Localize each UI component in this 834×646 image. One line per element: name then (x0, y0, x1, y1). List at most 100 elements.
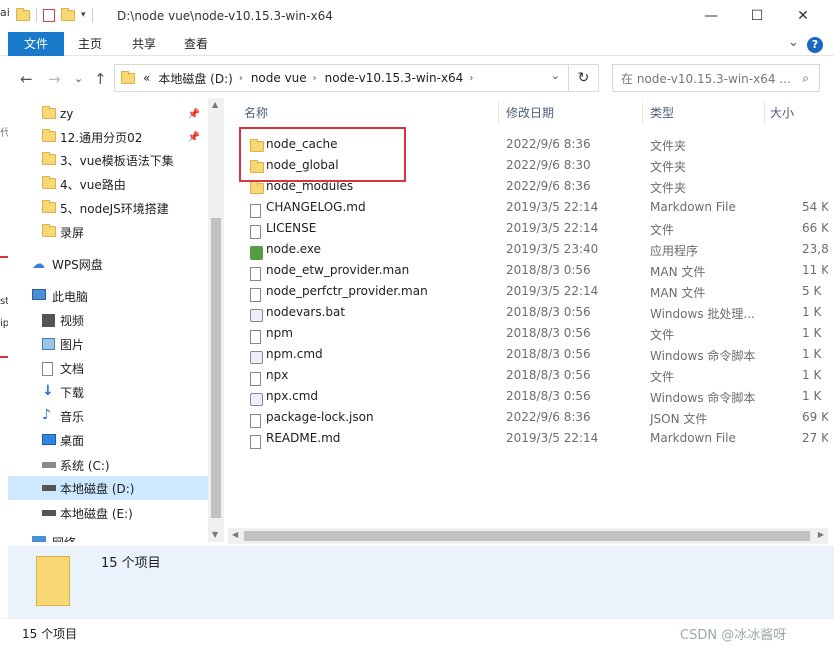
sidebar-item-videos[interactable]: 视频 (8, 308, 208, 332)
scrollbar-thumb[interactable] (211, 218, 221, 518)
search-input[interactable]: 在 node-v10.15.3-win-x64 ... ⌕ (612, 64, 820, 92)
sidebar-item-wps-cloud[interactable]: ☁ WPS网盘 (8, 252, 208, 276)
minimize-button[interactable]: — (688, 0, 734, 32)
column-header-type[interactable]: 类型 (650, 98, 760, 128)
background-window-strip: 代 st ip (0, 98, 10, 542)
file-row[interactable]: package-lock.json 2022/9/6 8:36 JSON 文件 69 … (228, 407, 828, 428)
file-type: 文件夹 (650, 181, 687, 195)
customize-toolbar-icon[interactable]: ▾ (81, 10, 86, 20)
chevron-right-icon[interactable]: › (469, 73, 473, 84)
column-header-date[interactable]: 修改日期 (506, 98, 636, 128)
file-row[interactable]: npm.cmd 2018/8/3 0:56 Windows 命令脚本 1 K (228, 344, 828, 365)
scroll-down-icon[interactable]: ▼ (212, 530, 218, 539)
help-button[interactable]: ? (807, 37, 823, 53)
sidebar-item-recordings[interactable]: 录屏 (8, 220, 208, 244)
close-icon: ✕ (797, 8, 809, 24)
breadcrumb-drive-d[interactable]: 本地磁盘 (D:) (158, 70, 232, 87)
horizontal-scrollbar[interactable]: ◀ ▶ (228, 528, 828, 544)
file-row[interactable]: LICENSE 2019/3/5 22:14 文件 66 K (228, 218, 828, 239)
sidebar-item-vue-router[interactable]: 4、vue路由 (8, 172, 208, 196)
chevron-right-icon[interactable]: › (313, 73, 317, 84)
file-name: nodevars.bat (266, 305, 346, 319)
tab-home[interactable]: 主页 (68, 32, 112, 56)
file-date: 2018/8/3 0:56 (506, 347, 591, 361)
file-size: 11 K (802, 263, 828, 277)
search-placeholder: 在 node-v10.15.3-win-x64 ... (621, 71, 791, 86)
sidebar-item-nodejs-setup[interactable]: 5、nodeJS环境搭建 (8, 196, 208, 220)
file-row[interactable]: CHANGELOG.md 2019/3/5 22:14 Markdown File 5… (228, 197, 828, 218)
file-row[interactable]: npx 2018/8/3 0:56 文件 1 K (228, 365, 828, 386)
address-bar[interactable]: « 本地磁盘 (D:) › node vue › node-v10.15.3-w… (114, 64, 569, 92)
download-icon: ↓ (42, 383, 54, 399)
sidebar-item-label: 下载 (60, 385, 85, 400)
document-icon (42, 362, 53, 376)
scroll-right-icon[interactable]: ▶ (818, 530, 824, 539)
file-type: 文件夹 (650, 160, 687, 174)
sidebar-item-desktop[interactable]: 桌面 (8, 428, 208, 452)
navigation-scrollbar[interactable]: ▲ ▼ (208, 98, 224, 542)
folder-icon (42, 152, 56, 165)
file-row[interactable]: nodevars.bat 2018/8/3 0:56 Windows 批处理... 1… (228, 302, 828, 323)
file-row[interactable]: node_perfctr_provider.man 2019/3/5 22:14 M… (228, 281, 828, 302)
sidebar-item-drive-e[interactable]: 本地磁盘 (E:) (8, 501, 208, 525)
sidebar-item-documents[interactable]: 文档 (8, 356, 208, 380)
sidebar-item-zy[interactable]: zy 📌 (8, 102, 208, 126)
breadcrumb-node-vue[interactable]: node vue (251, 71, 307, 85)
up-button[interactable]: ↑ (94, 70, 107, 88)
file-row[interactable]: node_etw_provider.man 2018/8/3 0:56 MAN 文件… (228, 260, 828, 281)
breadcrumb-node-folder[interactable]: node-v10.15.3-win-x64 (325, 71, 464, 85)
address-dropdown-button[interactable]: ⌄ (551, 69, 560, 82)
file-date: 2019/3/5 22:14 (506, 200, 599, 214)
column-divider[interactable] (764, 102, 765, 124)
refresh-button[interactable]: ↻ (569, 64, 599, 92)
scroll-up-icon[interactable]: ▲ (212, 100, 218, 109)
recent-locations-button[interactable]: ⌄ (74, 72, 83, 85)
chevron-right-icon[interactable]: › (239, 73, 243, 84)
sidebar-item-network[interactable]: 网络 (8, 530, 208, 542)
new-folder-icon[interactable] (61, 7, 75, 21)
file-row[interactable]: node.exe 2019/3/5 23:40 应用程序 23,874 K (228, 239, 828, 260)
sidebar-item-drive-c[interactable]: 系统 (C:) (8, 453, 208, 477)
file-size: 54 K (802, 200, 828, 214)
close-button[interactable]: ✕ (780, 0, 826, 32)
column-header-name[interactable]: 名称 (244, 98, 494, 128)
sidebar-item-pagination[interactable]: 12.通用分页02 📌 (8, 125, 208, 149)
sidebar-item-pictures[interactable]: 图片 (8, 332, 208, 356)
file-row[interactable]: npx.cmd 2018/8/3 0:56 Windows 命令脚本 1 K (228, 386, 828, 407)
file-name: CHANGELOG.md (266, 200, 366, 214)
maximize-button[interactable]: ☐ (734, 0, 780, 32)
forward-button[interactable]: → (48, 70, 61, 88)
sidebar-item-vue-template[interactable]: 3、vue模板语法下集 (8, 148, 208, 172)
scrollbar-thumb[interactable] (244, 531, 810, 541)
file-date: 2022/9/6 8:36 (506, 137, 591, 151)
sidebar-item-this-pc[interactable]: 此电脑 (8, 284, 208, 308)
folder-icon (121, 70, 135, 84)
column-divider[interactable] (498, 102, 499, 124)
expand-ribbon-button[interactable]: ⌄ (788, 35, 799, 50)
file-date: 2022/9/6 8:30 (506, 158, 591, 172)
column-divider[interactable] (642, 102, 643, 124)
sidebar-item-label: 图片 (60, 337, 85, 352)
sidebar-item-label: 本地磁盘 (D:) (60, 481, 135, 496)
file-type: 文件 (650, 223, 675, 237)
sidebar-item-label: 4、vue路由 (60, 177, 126, 192)
file-size: 1 K (802, 347, 822, 361)
file-date: 2018/8/3 0:56 (506, 305, 591, 319)
file-type: 应用程序 (650, 244, 699, 258)
back-button[interactable]: ← (20, 70, 33, 88)
tab-view[interactable]: 查看 (174, 32, 218, 56)
sidebar-item-music[interactable]: ♪ 音乐 (8, 404, 208, 428)
file-row[interactable]: npm 2018/8/3 0:56 文件 1 K (228, 323, 828, 344)
sidebar-item-downloads[interactable]: ↓ 下载 (8, 380, 208, 404)
file-name: LICENSE (266, 221, 317, 235)
column-header-size[interactable]: 大小 (770, 98, 828, 128)
properties-icon[interactable] (43, 8, 55, 22)
file-size: 66 K (802, 221, 828, 235)
tab-file[interactable]: 文件 (8, 32, 64, 56)
sidebar-item-drive-d[interactable]: 本地磁盘 (D:) (8, 476, 208, 500)
scroll-left-icon[interactable]: ◀ (232, 530, 238, 539)
folder-icon (42, 129, 56, 142)
file-row[interactable]: README.md 2019/3/5 22:14 Markdown File 27 K (228, 428, 828, 449)
breadcrumb-overflow[interactable]: « (143, 71, 150, 85)
tab-share[interactable]: 共享 (122, 32, 166, 56)
